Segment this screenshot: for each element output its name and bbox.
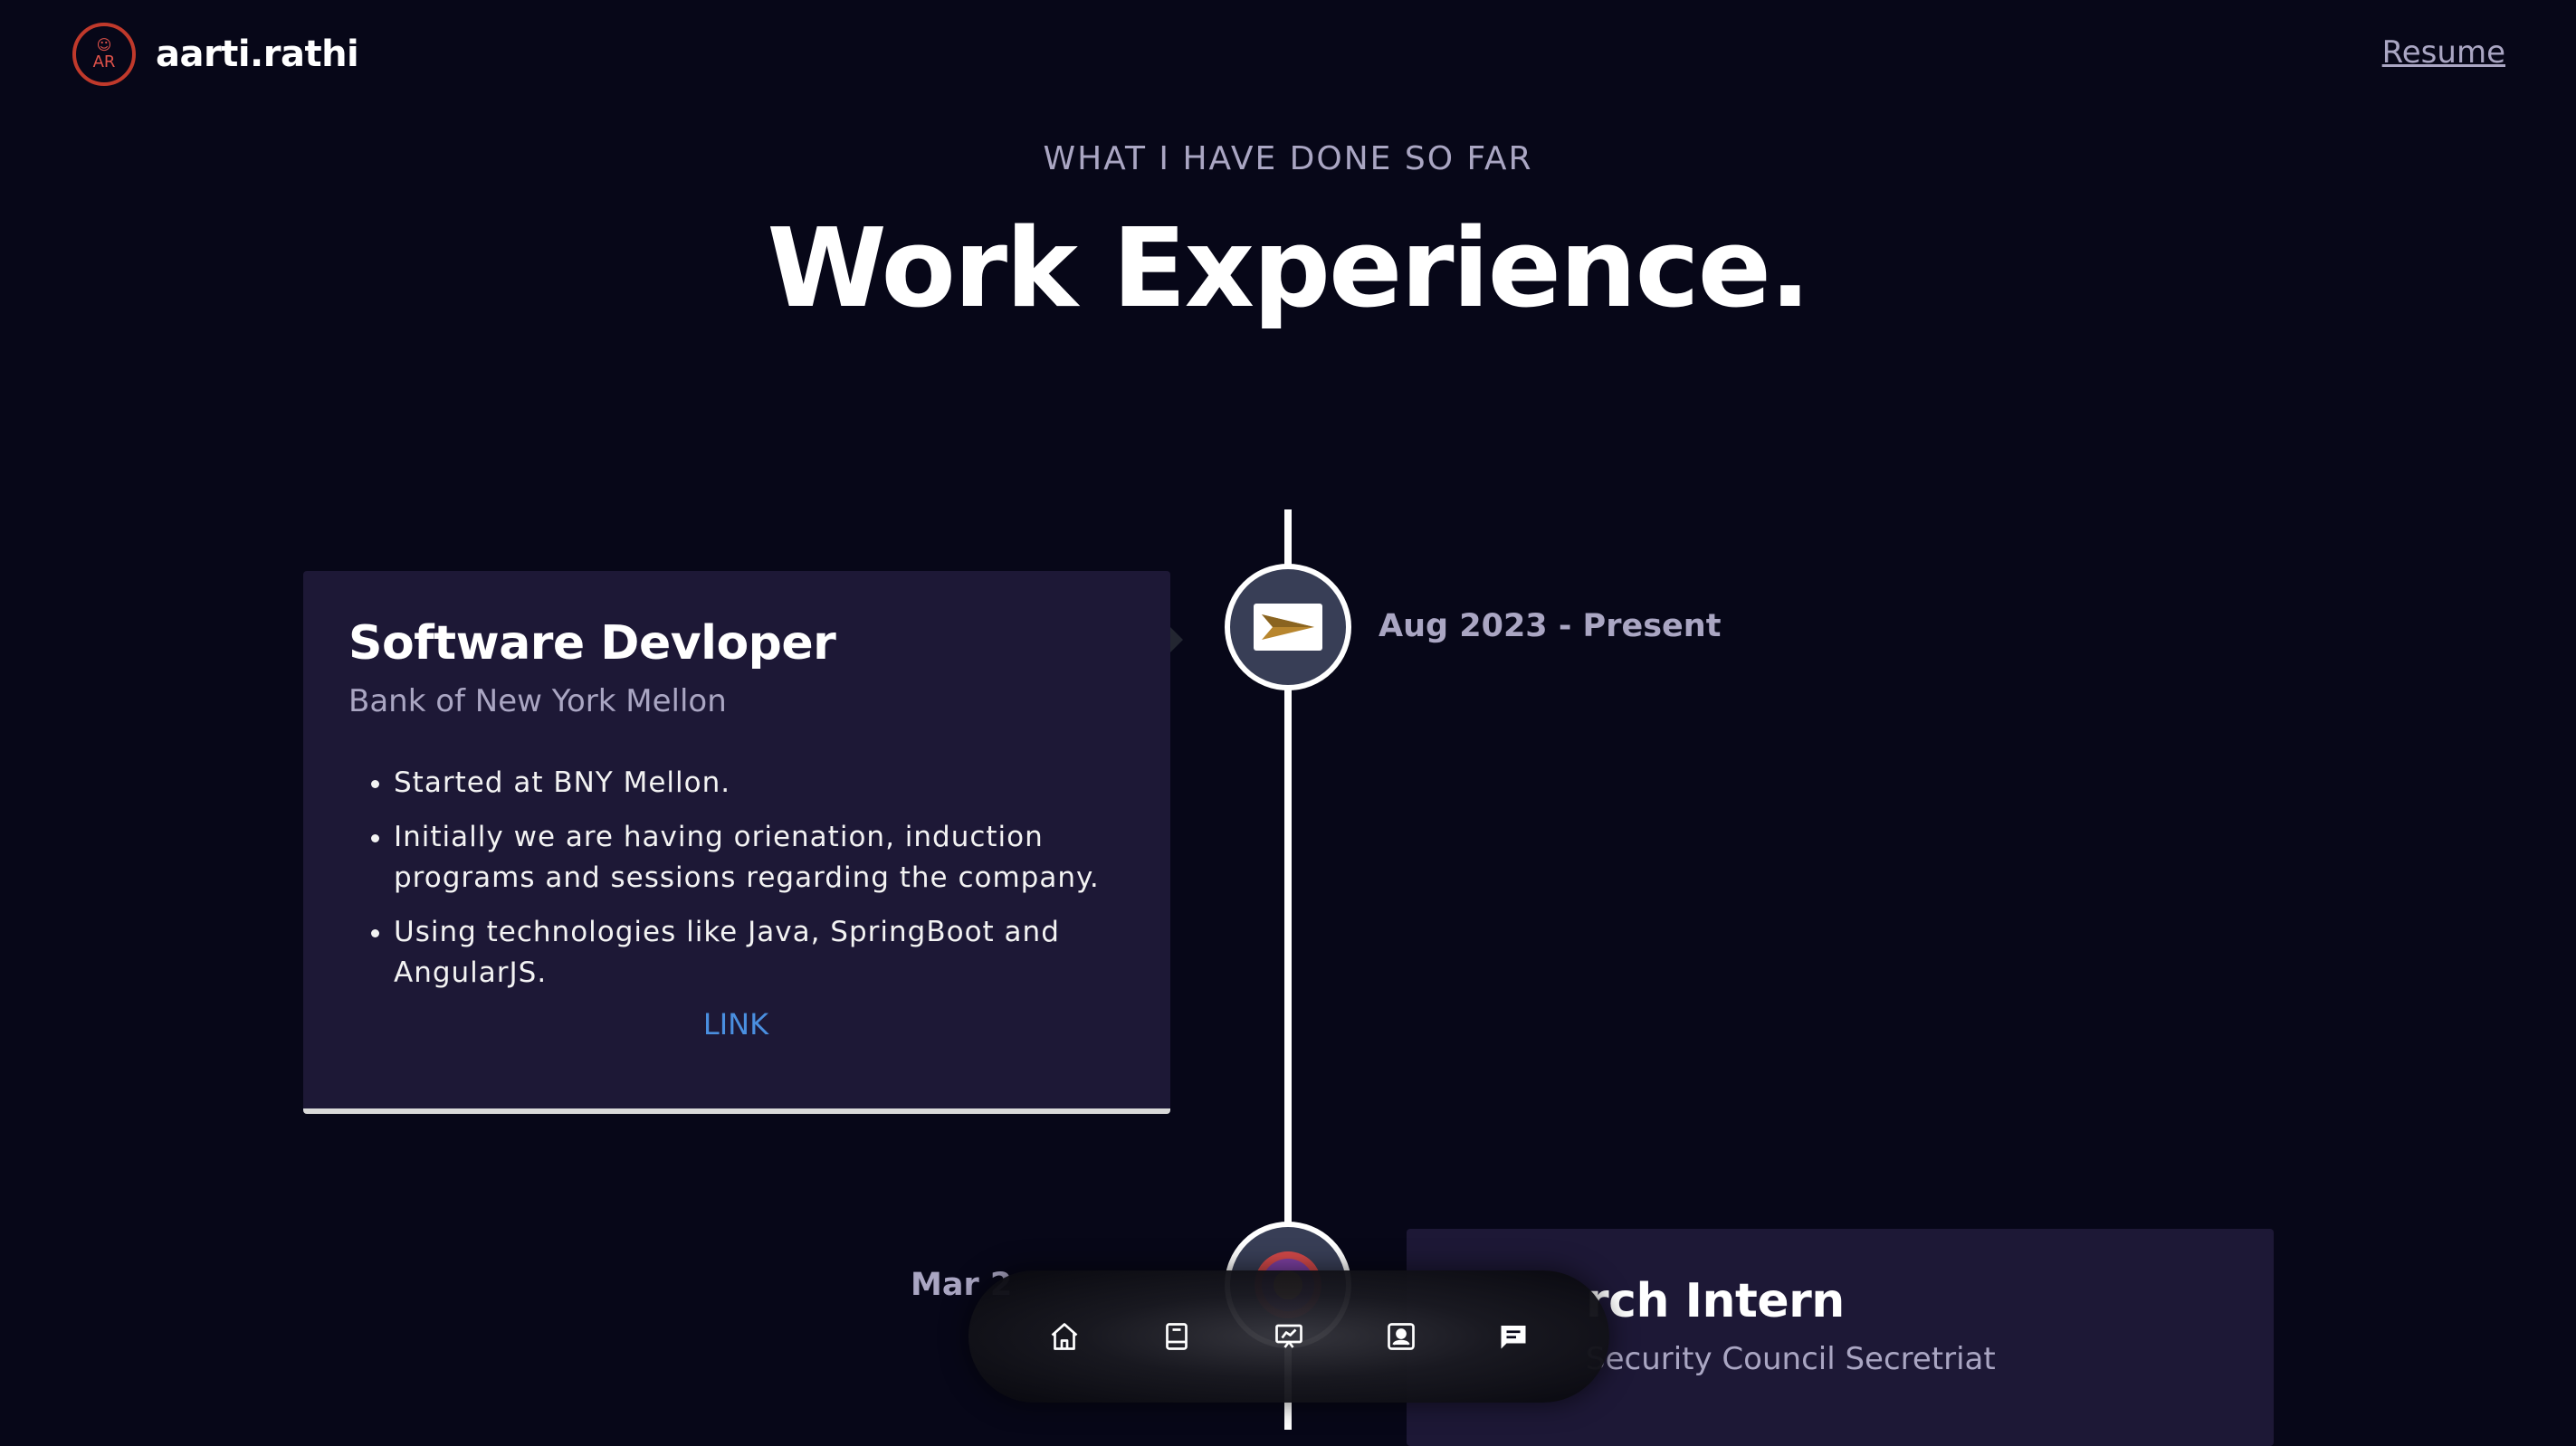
- experience-points: Started at BNY Mellon. Initially we are …: [348, 763, 1123, 994]
- resume-link[interactable]: Resume: [2382, 34, 2505, 71]
- experience-link[interactable]: LINK: [348, 1007, 1123, 1042]
- logo-initials: AR: [92, 52, 116, 71]
- experience-card: Software Devloper Bank of New York Mello…: [303, 571, 1183, 1114]
- bny-mellon-logo-icon: [1254, 604, 1322, 651]
- experience-company: Security Council Secretriat: [1586, 1341, 1996, 1377]
- experience-title: Software Devloper: [348, 616, 836, 671]
- home-icon[interactable]: [1048, 1320, 1081, 1353]
- experience-point: Using technologies like Java, SpringBoot…: [394, 912, 1123, 994]
- logo-icon: ☺ AR: [72, 23, 136, 86]
- message-icon[interactable]: [1497, 1320, 1530, 1353]
- presentation-icon[interactable]: [1273, 1320, 1305, 1353]
- experience-point: Initially we are having orienation, indu…: [394, 817, 1123, 899]
- book-icon[interactable]: [1160, 1320, 1193, 1353]
- experience-title: rch Intern: [1586, 1274, 1845, 1328]
- experience-company: Bank of New York Mellon: [348, 683, 727, 719]
- timeline-node: [1225, 564, 1351, 690]
- bottom-dock-nav: [968, 1270, 1609, 1403]
- brand-name: aarti.rathi: [156, 33, 359, 75]
- contact-card-icon[interactable]: [1385, 1320, 1417, 1353]
- section-subtitle: WHAT I HAVE DONE SO FAR: [1043, 140, 1533, 177]
- experience-point: Started at BNY Mellon.: [394, 763, 1123, 804]
- page-title: Work Experience.: [767, 206, 1810, 332]
- experience-date: Aug 2023 - Present: [1379, 608, 1722, 644]
- logo-home-link[interactable]: ☺ AR aarti.rathi: [72, 23, 359, 86]
